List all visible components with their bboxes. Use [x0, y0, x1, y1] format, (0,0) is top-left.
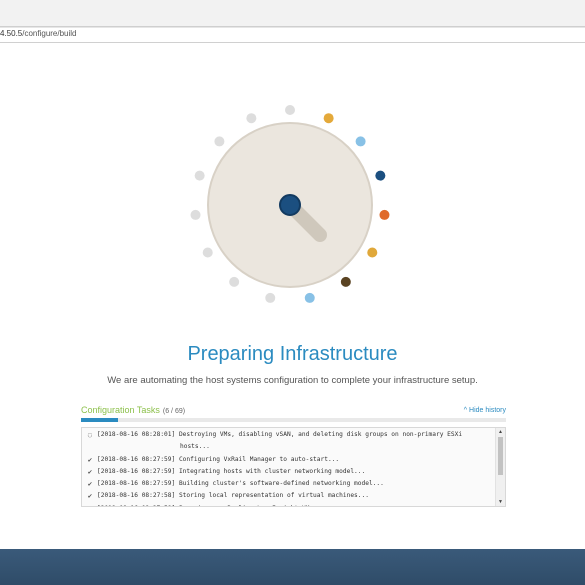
dial-dot-11 — [202, 247, 213, 258]
address-url[interactable]: 4.50.5/configure/build — [0, 29, 77, 38]
log-row: ✔ [2018-08-16 08:27:59] Integrating hosts… — [82, 467, 495, 479]
dial-dot-14 — [214, 136, 225, 147]
dial-dot-8 — [304, 292, 315, 303]
log-message: [2018-08-16 08:27:59] Building cluster's… — [97, 480, 384, 488]
check-icon: ✔ — [86, 505, 94, 506]
task-log-list: ◌ [2018-08-16 08:28:01] Destroying VMs, d… — [82, 430, 495, 506]
log-row: ✔ [2018-08-16 08:27:59] Building cluster'… — [82, 479, 495, 491]
log-message: [2018-08-16 08:28:01] Destroying VMs, di… — [97, 431, 463, 438]
scroll-thumb[interactable] — [498, 437, 503, 475]
dial-dot-4 — [375, 170, 386, 181]
log-row: ✔[2018-08-16 08:27:58] Powering on vReal… — [82, 504, 495, 506]
tasks-progress-bar — [81, 418, 506, 422]
check-icon: ✔ — [87, 480, 93, 489]
scroll-down-icon[interactable]: ▼ — [498, 499, 503, 505]
os-taskbar — [0, 549, 585, 585]
log-row: hosts... — [82, 442, 495, 454]
dial-dot-9 — [265, 292, 276, 303]
dial-hub — [279, 194, 301, 216]
hide-history-link[interactable]: ^ Hide history — [464, 407, 506, 414]
tasks-count: (6 / 69) — [162, 408, 186, 415]
log-scrollbar[interactable]: ▲ ▼ — [495, 428, 505, 506]
check-icon: ✔ — [87, 455, 93, 464]
dial-dot-15 — [246, 113, 257, 124]
address-path: /configure/build — [22, 29, 77, 38]
tasks-progress-fill — [81, 418, 118, 422]
log-message: [2018-08-16 08:27:59] Integrating hosts … — [97, 467, 366, 475]
tasks-header: Configuration Tasks (6 / 69) ^ Hide histo… — [81, 405, 506, 417]
log-message: [2018-08-16 08:27:59] Configuring VxRail… — [97, 455, 340, 463]
dial-dot-10 — [229, 276, 240, 287]
task-log[interactable]: ◌ [2018-08-16 08:28:01] Destroying VMs, d… — [81, 427, 506, 507]
browser-toolbar — [0, 0, 585, 27]
spinner-icon: ◌ — [87, 431, 93, 439]
log-message: [2018-08-16 08:27:58] Storing local repr… — [97, 492, 369, 500]
check-icon: ✔ — [87, 492, 93, 501]
log-row: ✔ [2018-08-16 08:27:58] Storing local rep… — [82, 491, 495, 503]
log-row: ◌ [2018-08-16 08:28:01] Destroying VMs, d… — [82, 430, 495, 442]
dial-dot-1 — [285, 105, 295, 115]
address-host: 4.50.5 — [0, 29, 23, 38]
dial-dot-7 — [340, 276, 351, 287]
page-subtitle: We are automating the host systems confi… — [107, 375, 478, 386]
dial-dot-5 — [379, 209, 390, 220]
dial-dot-3 — [355, 136, 366, 147]
log-message: [2018-08-16 08:27:58] Powering on vReali… — [97, 505, 321, 506]
dial-dot-12 — [190, 209, 201, 220]
dial-dot-2 — [323, 113, 334, 124]
log-row: ✔ [2018-08-16 08:27:59] Configuring VxRai… — [82, 455, 495, 467]
tasks-title-label: Configuration Tasks — [81, 405, 160, 415]
progress-dial — [190, 105, 390, 303]
dial-dot-6 — [367, 247, 378, 258]
dial-dot-13 — [194, 170, 205, 181]
scroll-up-icon[interactable]: ▲ — [498, 429, 503, 435]
address-bar[interactable]: 4.50.5/configure/build — [0, 27, 585, 43]
page-title: Preparing Infrastructure — [187, 343, 398, 365]
check-icon: ✔ — [87, 467, 93, 476]
log-message: hosts... — [180, 443, 210, 451]
tasks-title: Configuration Tasks (6 / 69) — [81, 405, 185, 415]
